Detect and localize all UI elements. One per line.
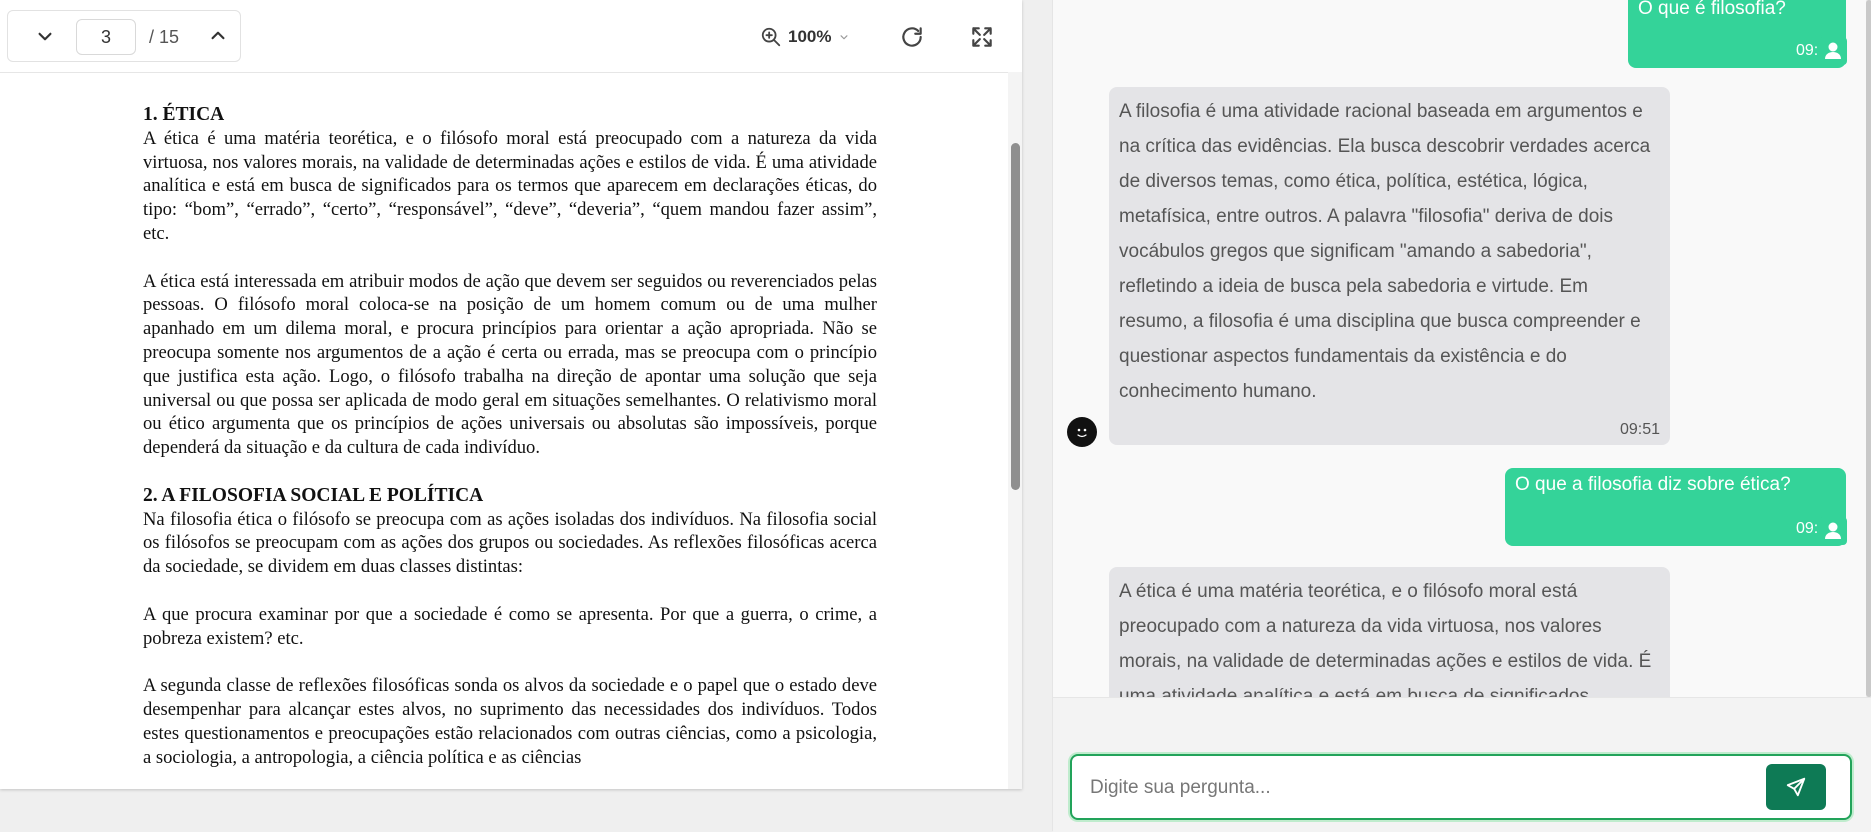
send-button[interactable] — [1766, 764, 1826, 810]
pdf-toolbar: / 15 100% — [0, 0, 1022, 73]
question-composer — [1070, 754, 1852, 820]
question-input[interactable] — [1088, 768, 1752, 808]
bot-message: A filosofia é uma atividade racional bas… — [1109, 87, 1670, 445]
user-message: O que a filosofia diz sobre ética? 09:52 — [1505, 468, 1846, 546]
paragraph: Na filosofia ética o filósofo se preocup… — [143, 508, 877, 578]
page-number-input[interactable] — [76, 19, 136, 55]
zoom-control[interactable]: 100% — [760, 24, 851, 50]
paragraph: A segunda classe de reflexões filosófica… — [143, 675, 877, 768]
chevron-down-icon — [38, 32, 52, 41]
chat-scrollbar[interactable] — [1866, 0, 1871, 697]
user-message: O que é filosofia? 09:51 — [1628, 0, 1846, 68]
chevron-up-icon — [211, 31, 225, 40]
zoom-in-icon — [760, 26, 782, 48]
bot-avatar — [1067, 417, 1097, 447]
send-icon — [1786, 777, 1806, 797]
user-icon — [1825, 522, 1841, 539]
paragraph: A ética é uma matéria teorética, e o fil… — [143, 127, 877, 244]
chat-messages: O que é filosofia? 09:51 A filosofia é u… — [1053, 0, 1871, 697]
total-pages: / 15 — [149, 27, 180, 47]
section-heading: 2. A FILOSOFIA SOCIAL E POLÍTICA — [143, 484, 484, 506]
next-page-button[interactable] — [205, 23, 231, 49]
zoom-level: 100% — [788, 27, 832, 46]
message-time: 09:51 — [1619, 421, 1660, 438]
page-navigator: / 15 — [7, 10, 241, 62]
section-heading: 1. ÉTICA — [143, 104, 225, 125]
bot-message: A ética é uma matéria teorética, e o fil… — [1109, 567, 1670, 697]
fullscreen-icon — [972, 27, 992, 47]
user-icon — [1825, 42, 1841, 59]
chat-scrollbar-thumb[interactable] — [1866, 0, 1871, 697]
fullscreen-button[interactable] — [969, 24, 995, 50]
pdf-page: 1. ÉTICA A ética é uma matéria teorética… — [0, 73, 1005, 789]
pdf-viewer: / 15 100% 1. ÉTICA A ética é uma matéria… — [0, 0, 1022, 789]
paragraph: A que procura examinar por que a socieda… — [143, 603, 877, 649]
chat-panel: O que é filosofia? 09:51 A filosofia é u… — [1052, 0, 1871, 832]
message-text: A ética é uma matéria teorética, e o fil… — [1119, 581, 1652, 697]
rotate-button[interactable] — [899, 24, 925, 50]
rotate-icon — [902, 27, 922, 47]
page-text: 1. ÉTICA A ética é uma matéria teorética… — [143, 103, 877, 769]
user-avatar — [1819, 37, 1847, 65]
message-text: A filosofia é uma atividade racional bas… — [1119, 101, 1651, 402]
message-text: O que é filosofia? — [1638, 0, 1786, 19]
pdf-scrollbar-thumb[interactable] — [1011, 143, 1020, 490]
previous-page-button[interactable] — [32, 23, 58, 49]
message-text: O que a filosofia diz sobre ética? — [1515, 474, 1791, 495]
chevron-down-icon — [831, 30, 851, 44]
user-avatar — [1819, 517, 1847, 545]
paragraph: A ética está interessada em atribuir mod… — [143, 270, 877, 459]
bot-face-icon — [1077, 428, 1087, 438]
